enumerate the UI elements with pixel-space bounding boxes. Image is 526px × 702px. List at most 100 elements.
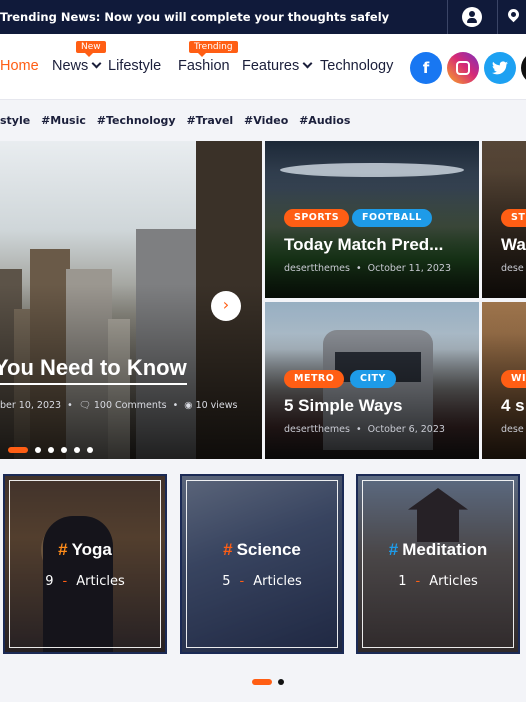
card-meta: desertthemes • October 6, 2023 bbox=[284, 424, 445, 435]
category-chip[interactable]: WI bbox=[501, 370, 526, 388]
dash-separator: - bbox=[415, 574, 421, 589]
category-chip[interactable]: CITY bbox=[350, 370, 396, 388]
category-title: # Meditation bbox=[358, 540, 518, 560]
category-frame bbox=[186, 480, 338, 648]
slider-dot[interactable] bbox=[87, 446, 93, 453]
comment-icon: 🗨 bbox=[78, 400, 91, 411]
tag-link[interactable]: #Travel bbox=[186, 114, 233, 127]
main-nav: Home New News Lifestyle Trending Fashion… bbox=[0, 34, 526, 100]
instagram-icon[interactable] bbox=[447, 52, 479, 84]
twitter-icon[interactable] bbox=[484, 52, 516, 84]
card-author[interactable]: dese bbox=[501, 424, 524, 435]
category-card-meditation[interactable]: # Meditation 1- Articles bbox=[356, 474, 520, 654]
hash-icon: # bbox=[388, 540, 399, 559]
count-unit: Articles bbox=[76, 574, 125, 589]
divider bbox=[447, 0, 448, 34]
tag-link[interactable]: #Video bbox=[244, 114, 288, 127]
nav-item-features[interactable]: Features bbox=[242, 58, 313, 74]
ticker-text[interactable]: Now you will complete your thoughts safe… bbox=[104, 10, 389, 24]
category-chip[interactable]: ST bbox=[501, 209, 526, 227]
hero-comments[interactable]: 100 Comments bbox=[94, 400, 167, 411]
card-meta: desertthemes • October 11, 2023 bbox=[284, 263, 451, 274]
slider-dot[interactable] bbox=[35, 446, 41, 453]
hero-meta: ber 10, 2023 • 🗨 100 Comments • ◉ 10 vie… bbox=[0, 400, 238, 411]
slider-dot[interactable] bbox=[61, 446, 67, 453]
category-chip[interactable]: FOOTBALL bbox=[352, 209, 432, 227]
category-title: # Yoga bbox=[5, 540, 165, 560]
nav-item-technology[interactable]: Technology bbox=[320, 58, 393, 74]
news-ticker[interactable]: Trending News: Now you will complete you… bbox=[0, 0, 389, 34]
dash-separator: - bbox=[239, 574, 245, 589]
category-chip[interactable]: SPORTS bbox=[284, 209, 350, 227]
hash-icon: # bbox=[58, 540, 68, 559]
top-bar: Trending News: Now you will complete you… bbox=[0, 0, 526, 34]
tag-link[interactable]: style bbox=[0, 114, 30, 127]
count-unit: Articles bbox=[429, 574, 478, 589]
category-frame bbox=[9, 480, 161, 648]
pagination-dot[interactable] bbox=[252, 678, 272, 685]
card-author[interactable]: desertthemes bbox=[284, 424, 350, 435]
slider-dot[interactable] bbox=[48, 446, 54, 453]
slider-dot[interactable] bbox=[74, 446, 80, 453]
hero-title[interactable]: You Need to Know bbox=[0, 355, 187, 385]
chevron-down-icon bbox=[91, 58, 102, 69]
category-name: Yoga bbox=[71, 540, 112, 559]
hero-slide[interactable]: › You Need to Know ber 10, 2023 • 🗨 100 … bbox=[0, 141, 262, 459]
featured-slider: › You Need to Know ber 10, 2023 • 🗨 100 … bbox=[0, 141, 526, 459]
nav-item-label: Home bbox=[0, 58, 39, 74]
divider bbox=[497, 0, 498, 34]
post-card[interactable]: SPORTS FOOTBALL Today Match Pred... dese… bbox=[265, 141, 479, 298]
card-author[interactable]: desertthemes bbox=[284, 263, 350, 274]
map-pin-icon[interactable] bbox=[505, 6, 522, 23]
nav-item-label: Technology bbox=[320, 58, 394, 74]
hero-views: 10 views bbox=[195, 400, 238, 411]
social-icon[interactable] bbox=[521, 52, 526, 84]
pagination-dot[interactable] bbox=[278, 678, 284, 685]
tag-link[interactable]: #Audios bbox=[299, 114, 350, 127]
tag-strip: style #Music #Technology #Travel #Video … bbox=[0, 101, 357, 141]
nav-item-label: News bbox=[52, 58, 89, 74]
category-chip[interactable]: METRO bbox=[284, 370, 345, 388]
post-card[interactable]: METRO CITY 5 Simple Ways desertthemes • … bbox=[265, 302, 479, 459]
chevron-right-icon[interactable]: › bbox=[211, 291, 241, 321]
post-card[interactable]: WI 4 s dese bbox=[482, 302, 526, 459]
tag-link[interactable]: #Music bbox=[41, 114, 86, 127]
nav-item-news[interactable]: New News bbox=[52, 41, 106, 74]
category-card-yoga[interactable]: # Yoga 9- Articles bbox=[3, 474, 167, 654]
card-meta: dese bbox=[501, 263, 524, 274]
category-frame bbox=[362, 480, 514, 648]
tag-link[interactable]: #Technology bbox=[97, 114, 176, 127]
category-count: 9- Articles bbox=[5, 574, 165, 589]
facebook-icon[interactable]: f bbox=[410, 52, 442, 84]
slider-dots bbox=[8, 439, 100, 453]
nav-item-fashion[interactable]: Trending Fashion bbox=[178, 41, 238, 74]
card-title[interactable]: Today Match Pred... bbox=[284, 235, 443, 255]
card-title[interactable]: Wa bbox=[501, 235, 526, 255]
category-count: 1- Articles bbox=[358, 574, 518, 589]
eye-icon: ◉ bbox=[184, 400, 193, 411]
category-card-science[interactable]: # Science 5- Articles bbox=[180, 474, 344, 654]
page: Trending News: Now you will complete you… bbox=[0, 0, 526, 702]
dash-separator: - bbox=[62, 574, 68, 589]
category-pagination bbox=[252, 671, 284, 690]
count-value: 5 bbox=[222, 574, 231, 589]
hero-date: ber 10, 2023 bbox=[0, 400, 62, 411]
new-badge: New bbox=[76, 41, 106, 57]
nav-item-label: Fashion bbox=[178, 58, 230, 74]
hash-icon: # bbox=[223, 540, 233, 559]
user-icon[interactable] bbox=[462, 7, 482, 27]
count-unit: Articles bbox=[253, 574, 302, 589]
card-meta: dese bbox=[501, 424, 524, 435]
chevron-down-icon bbox=[302, 58, 313, 69]
nav-item-lifestyle[interactable]: Lifestyle bbox=[108, 58, 161, 74]
nav-item-home[interactable]: Home bbox=[0, 58, 39, 74]
post-card[interactable]: ST Wa dese bbox=[482, 141, 526, 298]
ticker-label: Trending News: bbox=[0, 10, 101, 24]
card-author[interactable]: dese bbox=[501, 263, 524, 274]
card-date: October 6, 2023 bbox=[367, 424, 445, 435]
slider-dot[interactable] bbox=[8, 446, 28, 453]
category-title: # Science bbox=[182, 540, 342, 560]
trending-badge: Trending bbox=[189, 41, 238, 57]
card-title[interactable]: 4 s bbox=[501, 396, 525, 416]
card-title[interactable]: 5 Simple Ways bbox=[284, 396, 402, 416]
